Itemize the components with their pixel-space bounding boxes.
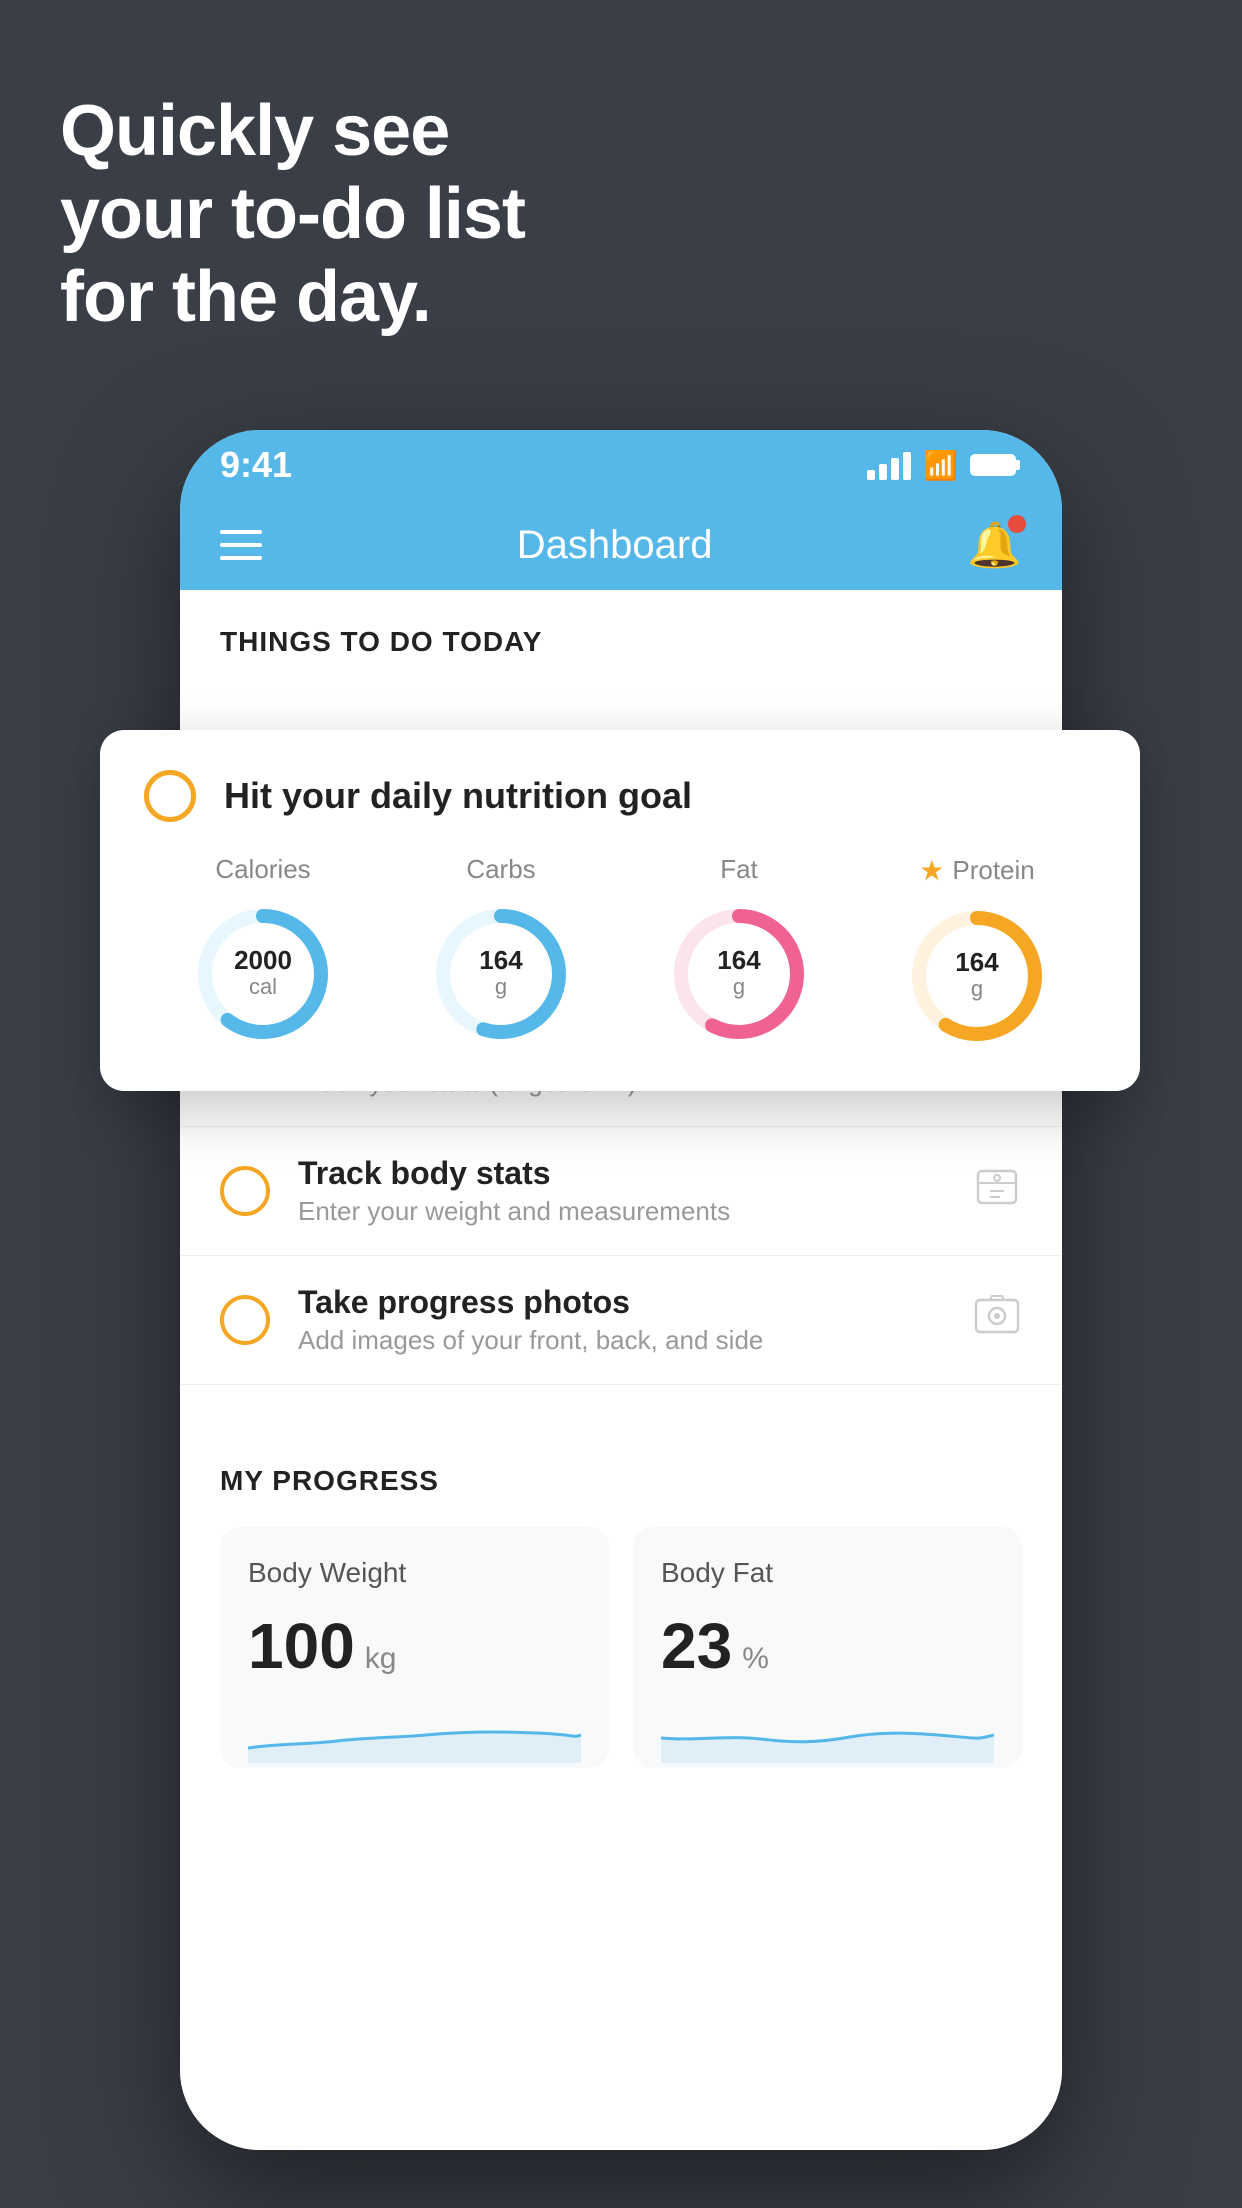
- svg-text:2000: 2000: [234, 945, 292, 975]
- calories-donut: 2000 cal: [188, 899, 338, 1049]
- header-title: Dashboard: [517, 523, 713, 568]
- svg-text:164: 164: [955, 947, 999, 977]
- scale-icon: [972, 1161, 1022, 1222]
- fat-donut: 164 g: [664, 899, 814, 1049]
- body-weight-card[interactable]: Body Weight 100 kg: [220, 1527, 609, 1768]
- macro-fat-label: Fat: [720, 854, 758, 885]
- task-name-body-stats: Track body stats: [298, 1155, 972, 1192]
- macros-row: Calories 2000 cal Carbs 164 g Fat: [144, 854, 1096, 1051]
- hero-line3: for the day.: [60, 256, 525, 339]
- hero-line1: Quickly see: [60, 90, 525, 173]
- things-title: THINGS TO DO TODAY: [220, 626, 1022, 658]
- task-item-photos[interactable]: Take progress photos Add images of your …: [180, 1256, 1062, 1385]
- svg-text:164: 164: [479, 945, 523, 975]
- things-section-header: THINGS TO DO TODAY: [180, 590, 1062, 678]
- svg-text:g: g: [733, 974, 745, 999]
- macro-calories-label: Calories: [215, 854, 310, 885]
- svg-text:g: g: [495, 974, 507, 999]
- body-weight-value: 100 kg: [248, 1609, 581, 1683]
- svg-text:g: g: [971, 976, 983, 1001]
- phone-mockup: 9:41 📶 Dashboard 🔔: [180, 430, 1062, 2150]
- nutrition-card-header: Hit your daily nutrition goal: [144, 770, 1096, 822]
- body-fat-chart: [661, 1703, 994, 1763]
- nutrition-card-title: Hit your daily nutrition goal: [224, 775, 692, 817]
- hero-text: Quickly see your to-do list for the day.: [60, 90, 525, 338]
- svg-text:cal: cal: [249, 974, 277, 999]
- status-icons: 📶: [867, 449, 1022, 482]
- photo-icon: [972, 1290, 1022, 1351]
- task-desc-photos: Add images of your front, back, and side: [298, 1325, 972, 1356]
- macro-protein-label: ★ Protein: [919, 854, 1035, 887]
- task-checkbox-body-stats[interactable]: [220, 1166, 270, 1216]
- task-name-photos: Take progress photos: [298, 1284, 972, 1321]
- body-fat-number: 23: [661, 1609, 732, 1683]
- app-header: Dashboard 🔔: [180, 500, 1062, 590]
- body-weight-unit: kg: [365, 1642, 397, 1676]
- wifi-icon: 📶: [923, 449, 958, 482]
- signal-icon: [867, 450, 911, 480]
- nutrition-card: Hit your daily nutrition goal Calories 2…: [100, 730, 1140, 1091]
- body-fat-card[interactable]: Body Fat 23 %: [633, 1527, 1022, 1768]
- hero-line2: your to-do list: [60, 173, 525, 256]
- task-item-body-stats[interactable]: Track body stats Enter your weight and m…: [180, 1127, 1062, 1256]
- progress-section: MY PROGRESS Body Weight 100 kg Bod: [180, 1425, 1062, 1768]
- nutrition-checkbox[interactable]: [144, 770, 196, 822]
- carbs-donut: 164 g: [426, 899, 576, 1049]
- progress-title: MY PROGRESS: [220, 1465, 1022, 1497]
- protein-donut: 164 g: [902, 901, 1052, 1051]
- task-desc-body-stats: Enter your weight and measurements: [298, 1196, 972, 1227]
- body-fat-unit: %: [742, 1642, 769, 1676]
- notification-bell[interactable]: 🔔: [967, 519, 1022, 571]
- body-weight-number: 100: [248, 1609, 355, 1683]
- progress-cards: Body Weight 100 kg Body Fat 23 %: [220, 1527, 1022, 1768]
- body-weight-chart: [248, 1703, 581, 1763]
- macro-calories: Calories 2000 cal: [188, 854, 338, 1049]
- macro-carbs: Carbs 164 g: [426, 854, 576, 1049]
- body-fat-label: Body Fat: [661, 1557, 994, 1589]
- task-text-photos: Take progress photos Add images of your …: [298, 1284, 972, 1356]
- macro-carbs-label: Carbs: [466, 854, 535, 885]
- body-weight-label: Body Weight: [248, 1557, 581, 1589]
- battery-icon: [970, 451, 1022, 479]
- task-text-body-stats: Track body stats Enter your weight and m…: [298, 1155, 972, 1227]
- body-fat-value: 23 %: [661, 1609, 994, 1683]
- star-icon: ★: [919, 854, 944, 887]
- status-bar: 9:41 📶: [180, 430, 1062, 500]
- hamburger-menu[interactable]: [220, 530, 262, 560]
- notification-dot: [1008, 515, 1026, 533]
- macro-fat: Fat 164 g: [664, 854, 814, 1049]
- svg-text:164: 164: [717, 945, 761, 975]
- macro-protein: ★ Protein 164 g: [902, 854, 1052, 1051]
- task-checkbox-photos[interactable]: [220, 1295, 270, 1345]
- status-time: 9:41: [220, 444, 292, 486]
